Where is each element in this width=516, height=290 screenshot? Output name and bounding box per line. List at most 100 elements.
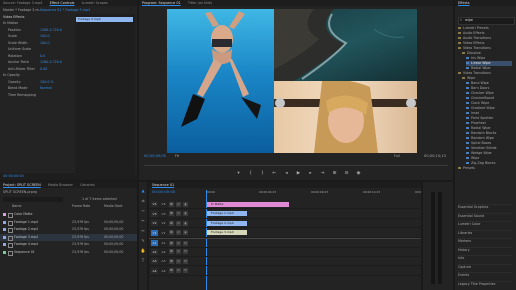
tab-effect-controls[interactable]: Effect Controls	[47, 0, 78, 6]
track-target-toggle[interactable]: V2	[151, 220, 158, 226]
zoom-dropdown[interactable]: Fit	[175, 154, 179, 158]
project-item[interactable]: Footage 4.mp4 23,976 fps 00;00;00;00	[0, 241, 137, 248]
effects-tree-item[interactable]: Presets	[458, 166, 512, 171]
effect-row-label[interactable]: Scale	[8, 34, 17, 39]
timeline-clip[interactable]: Footage 1.mp4	[207, 211, 247, 216]
out-button[interactable]: }	[258, 170, 267, 177]
tab-effects[interactable]: Effects	[455, 0, 473, 6]
effect-row-value[interactable]: 0.00	[40, 67, 47, 72]
timeline-clip[interactable]: Footage 3.mp4	[207, 230, 247, 235]
effect-row-label[interactable]: Time Remapping	[8, 93, 36, 98]
tab-program[interactable]: Program: Sequence 01	[139, 0, 184, 6]
eye-icon[interactable]: M	[183, 249, 188, 254]
track-target-toggle[interactable]: V3	[151, 210, 158, 217]
lock-icon[interactable]: ◘	[169, 201, 174, 207]
panel-link[interactable]: Legacy Title Properties	[458, 280, 512, 287]
effect-row-value[interactable]: 100.0	[40, 41, 49, 46]
step-forward-button[interactable]: ▸	[306, 170, 315, 177]
project-item[interactable]: Footage 2.mp4 23,976 fps 00;00;00;00	[0, 226, 137, 233]
column-media-start[interactable]: Media Start	[104, 204, 122, 208]
sync-icon[interactable]: ⇄	[176, 230, 181, 235]
lock-icon[interactable]: ◘	[169, 249, 174, 254]
effect-row-label[interactable]: Anti-flicker Filter	[8, 67, 35, 72]
tab-sequence[interactable]: Sequence 01	[149, 182, 177, 188]
marker-button[interactable]: ▾	[234, 170, 243, 177]
project-item[interactable]: Footage 1.mp4 23,976 fps 00;00;00;00	[0, 219, 137, 226]
effects-search-field[interactable]: ⌕ wipe	[458, 17, 515, 25]
razor-tool[interactable]: ✂	[140, 218, 146, 224]
lock-icon[interactable]: ◘	[169, 230, 174, 235]
eye-icon[interactable]: ◉	[183, 201, 188, 207]
track-a2[interactable]: A2 A2 ◘ ⇄ M	[149, 248, 421, 257]
track-v3[interactable]: V3 V3 ◘ ⇄ ◉	[149, 210, 421, 219]
sync-icon[interactable]: ⇄	[176, 258, 181, 264]
go-out-button[interactable]: ⇥	[318, 170, 327, 177]
effect-row-label[interactable]: fx Opacity	[3, 73, 20, 78]
hand-tool[interactable]: ✋	[140, 248, 146, 254]
panel-link[interactable]: Markers	[458, 238, 512, 244]
panel-link[interactable]: Events	[458, 272, 512, 278]
play-button[interactable]: ▶	[294, 170, 303, 177]
tab-project[interactable]: Project: SPLIT SCREEN	[0, 182, 44, 188]
panel-link[interactable]: Capture	[458, 263, 512, 270]
effect-row-value[interactable]: 0.0	[40, 54, 45, 59]
tab-lumetri-scopes[interactable]: Lumetri Scopes	[79, 0, 111, 6]
effect-row-label[interactable]: fx Motion	[3, 21, 18, 26]
selection-tool[interactable]: ▲	[140, 188, 146, 194]
track-target-toggle[interactable]: A1	[151, 240, 158, 246]
effect-row-label[interactable]: Scale Width	[8, 41, 28, 46]
insert-button[interactable]: ⊞	[330, 170, 339, 177]
effect-row-label[interactable]: Anchor Point	[8, 60, 29, 65]
program-timecode-current[interactable]: 00;00;00;00	[144, 154, 166, 159]
project-item[interactable]: Sequence 01 23,976 fps 00;00;00;00	[0, 249, 137, 256]
pen-tool[interactable]: ✎	[140, 238, 146, 244]
tab-media-browser[interactable]: Media Browser	[45, 182, 76, 188]
export-frame-button[interactable]: ◉	[354, 170, 363, 177]
in-button[interactable]: {	[246, 170, 255, 177]
type-tool[interactable]: T	[140, 258, 146, 264]
track-a1[interactable]: A1 A1 ◘ ⇄ M	[149, 238, 421, 248]
step-back-button[interactable]: ◂	[282, 170, 291, 177]
tab-libraries[interactable]: Libraries	[77, 182, 98, 188]
project-item[interactable]: Color Matte	[0, 211, 137, 218]
sync-icon[interactable]: ⇄	[176, 211, 181, 216]
effect-row-value[interactable]: 1280.0 720.0	[40, 60, 62, 65]
program-video-frame[interactable]	[167, 9, 417, 153]
track-a3[interactable]: A3 A3 ◘ ⇄ M	[149, 257, 421, 266]
track-target-toggle[interactable]: A3	[151, 258, 158, 264]
panel-link[interactable]: History	[458, 246, 512, 253]
sequence-breadcrumb[interactable]: Sequence 01 * Footage 3.mp4	[40, 8, 90, 13]
effect-row-label[interactable]: Opacity	[8, 80, 21, 85]
lock-icon[interactable]: ◘	[169, 220, 174, 226]
track-target-toggle[interactable]: V4	[151, 201, 158, 207]
overwrite-button[interactable]: ⊟	[342, 170, 351, 177]
sync-icon[interactable]: ⇄	[176, 201, 181, 207]
tab-source[interactable]: Source: Footage 3.mp4	[0, 0, 45, 6]
track-target-toggle[interactable]: A4	[151, 267, 158, 274]
effect-row-label[interactable]: Blend Mode	[8, 86, 27, 91]
effect-row-label[interactable]: Uniform Scale	[8, 47, 31, 52]
effect-row-value[interactable]: 100.0 %	[40, 80, 54, 85]
panel-link[interactable]: Lumetri Color	[458, 221, 512, 227]
eye-icon[interactable]: ◉	[183, 230, 188, 235]
effect-row-value[interactable]: 1280.0 720.0	[40, 28, 62, 33]
column-frame-rate[interactable]: Frame Rate	[72, 204, 90, 208]
program-scrubber[interactable]	[144, 165, 448, 166]
track-select-tool[interactable]: ⇉	[140, 198, 146, 204]
timeline-ruler[interactable]: 00:00 00:00:04:23 00:00:09:23 00:00:14:23 00…	[205, 190, 421, 198]
eye-icon[interactable]: M	[183, 240, 188, 246]
eye-icon[interactable]: ◉	[183, 211, 188, 216]
eye-icon[interactable]: M	[183, 268, 188, 273]
timeline-clip[interactable]: Footage 2.mp4	[207, 220, 247, 226]
panel-link[interactable]: Essential Sound	[458, 212, 512, 219]
track-v1[interactable]: V1 V1 ◘ ⇄ ◉	[149, 229, 421, 238]
sync-icon[interactable]: ⇄	[176, 240, 181, 246]
go-in-button[interactable]: ⇤	[270, 170, 279, 177]
effect-row-value[interactable]: 100.0	[40, 34, 49, 39]
project-search-input[interactable]	[3, 197, 63, 202]
lock-icon[interactable]: ◘	[169, 268, 174, 273]
effect-controls-timecode[interactable]: 00:00:00:00	[3, 174, 24, 178]
slip-tool[interactable]: ↔	[140, 228, 146, 234]
panel-link[interactable]: Info	[458, 255, 512, 261]
lock-icon[interactable]: ◘	[169, 211, 174, 216]
